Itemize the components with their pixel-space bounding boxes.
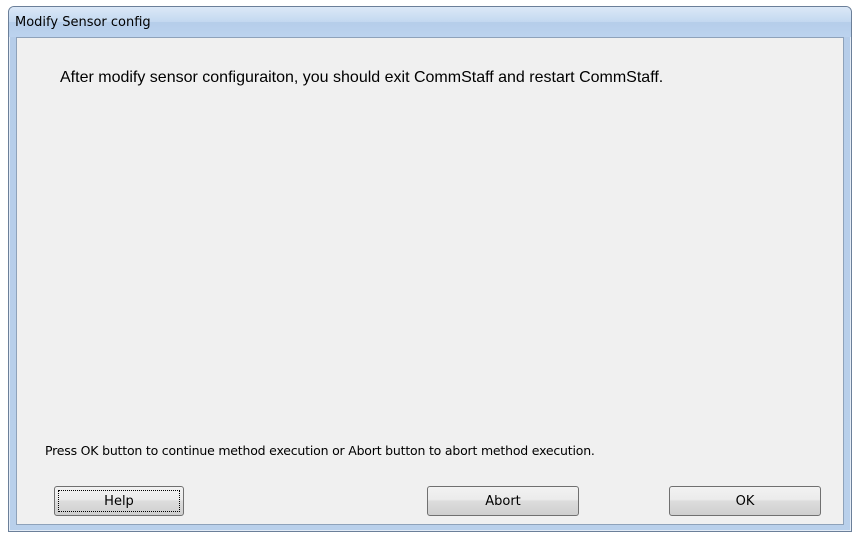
ok-button-label: OK — [735, 493, 755, 509]
abort-button[interactable]: Abort — [427, 486, 579, 516]
help-button[interactable]: Help — [54, 486, 184, 516]
dialog-message: After modify sensor configuraiton, you s… — [60, 69, 664, 86]
instruction-text: Press OK button to continue method execu… — [45, 443, 595, 458]
help-button-label: Help — [104, 493, 134, 509]
ok-button[interactable]: OK — [669, 486, 821, 516]
abort-button-label: Abort — [485, 493, 521, 509]
window-title: Modify Sensor config — [15, 15, 151, 30]
title-bar[interactable]: Modify Sensor config — [9, 7, 851, 37]
